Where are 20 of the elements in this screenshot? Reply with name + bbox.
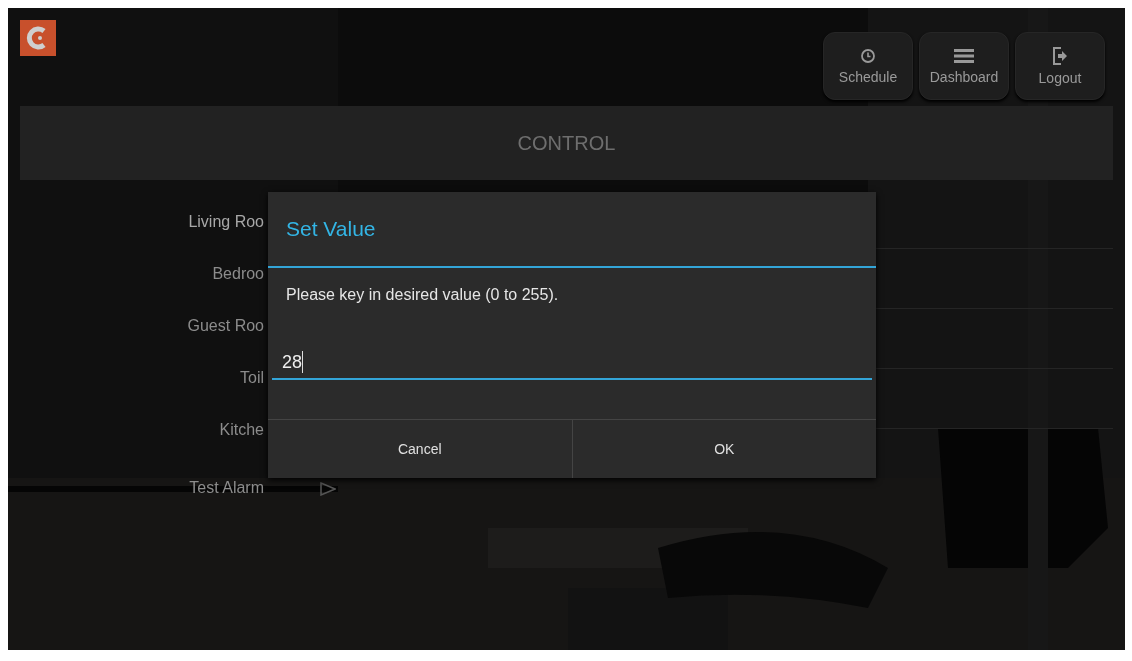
logo-icon	[20, 20, 56, 56]
logout-icon	[1052, 46, 1068, 65]
room-label[interactable]: Toil	[240, 369, 264, 387]
clock-icon	[860, 47, 876, 64]
dialog-title: Set Value	[286, 217, 376, 241]
nav-button[interactable]: Dashboard	[919, 32, 1009, 100]
room-label[interactable]: Kitche	[219, 421, 264, 439]
play-icon[interactable]	[320, 482, 336, 496]
dialog-button[interactable]: Cancel	[268, 420, 572, 478]
room-label[interactable]: Guest Roo	[187, 317, 264, 335]
input-field[interactable]: 28	[272, 346, 872, 380]
section-title: CONTROL	[517, 131, 616, 155]
menu-icon	[954, 47, 974, 64]
dialog-button[interactable]: OK	[571, 420, 876, 478]
room-label[interactable]: Test Alarm	[189, 479, 264, 497]
room-label[interactable]: Bedroo	[212, 265, 264, 283]
nav-button[interactable]: Schedule	[823, 32, 913, 100]
room-label[interactable]: Living Roo	[188, 213, 264, 231]
dialog-message: Please key in desired value (0 to 255).	[285, 285, 560, 305]
nav-button[interactable]: Logout	[1015, 32, 1105, 100]
